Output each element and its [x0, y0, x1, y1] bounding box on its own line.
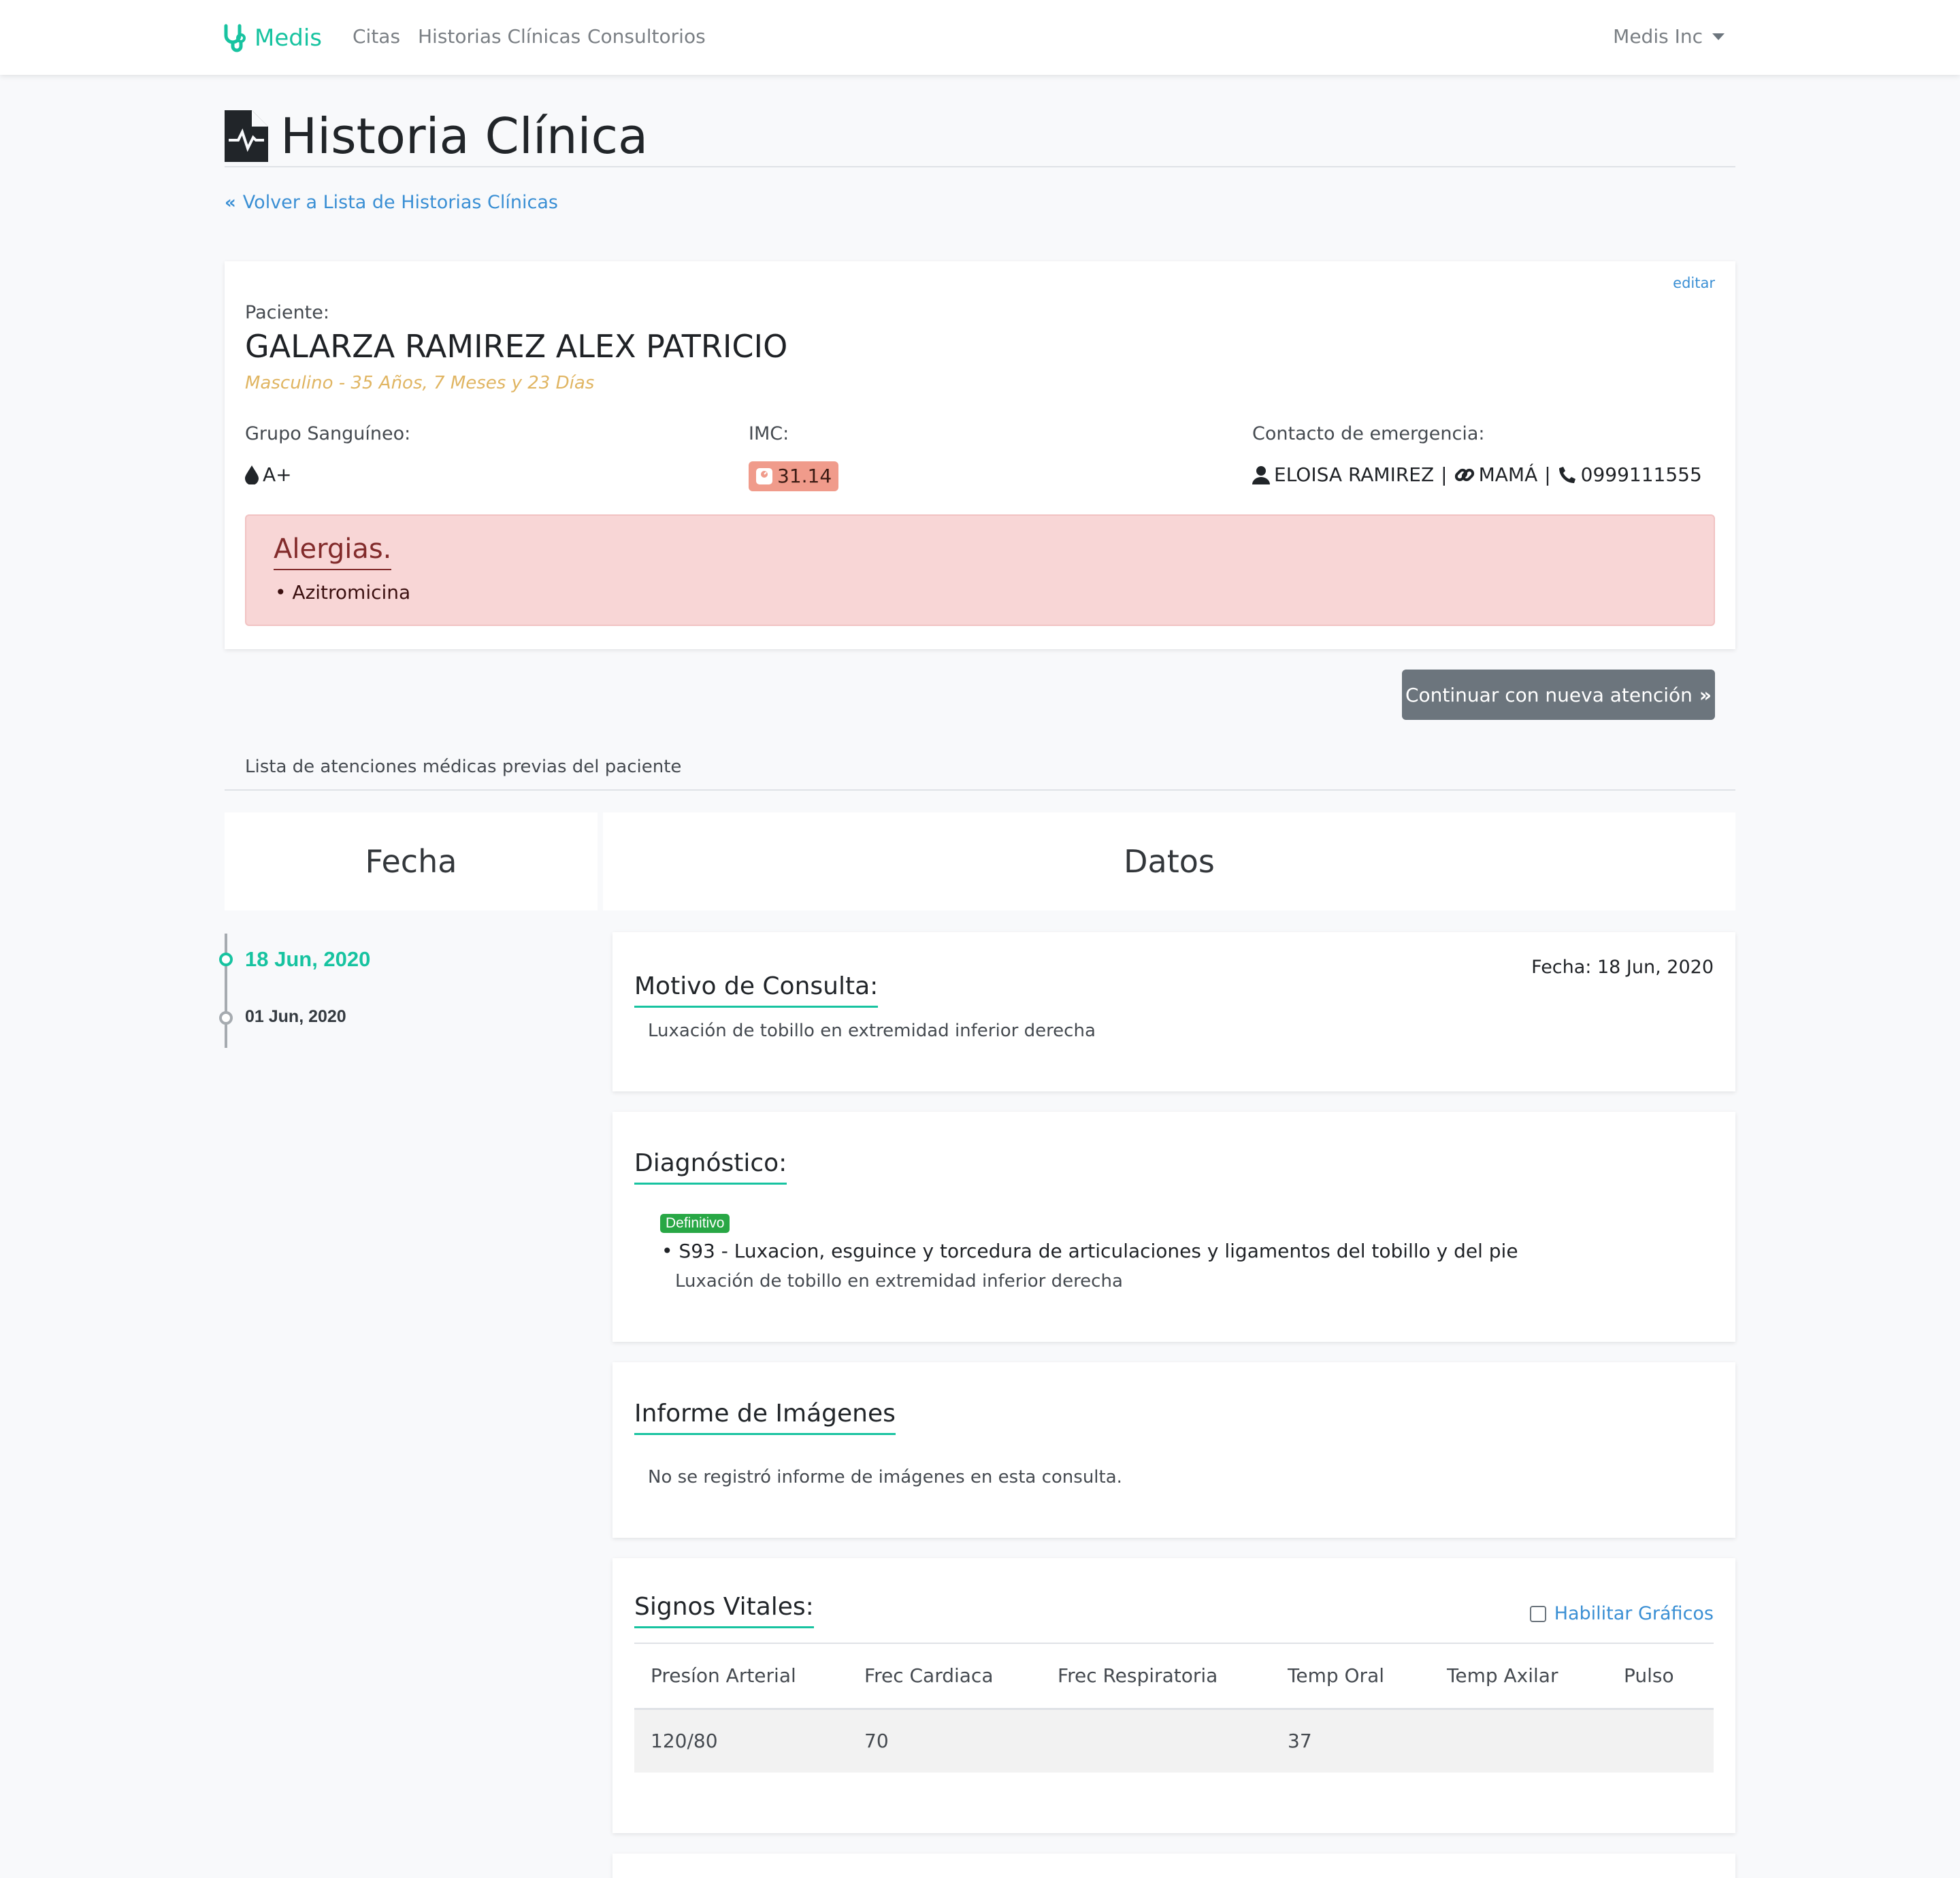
patient-label: Paciente: [245, 302, 329, 323]
table-header: Presíon Arterial [634, 1643, 848, 1710]
diagnosis-card: Diagnóstico: • S93 - Luxacion, esguince … [612, 1112, 1735, 1342]
emergency-label: Contacto de emergencia: [1252, 423, 1485, 444]
vitals-title: Signos Vitales: [634, 1592, 814, 1628]
table-header: Temp Axilar [1431, 1643, 1607, 1710]
consult-date: Fecha: 18 Jun, 2020 [1531, 957, 1714, 978]
imc-label: IMC: [749, 423, 789, 444]
timeline-dot [219, 1011, 233, 1025]
reason-title: Motivo de Consulta: [634, 972, 879, 1008]
reason-card: Fecha: 18 Jun, 2020 Motivo de Consulta: … [612, 932, 1735, 1091]
table-header-row: Presíon Arterial Frec Cardiaca Frec Resp… [634, 1643, 1714, 1710]
emergency-phone: 0999111555 [1580, 463, 1702, 486]
back-link[interactable]: « Volver a Lista de Historias Clínicas [225, 191, 558, 215]
page-heading: Historia Clínica [280, 108, 649, 165]
allergies-alert: Alergias. • Azitromicina [245, 514, 1715, 626]
timeline-date[interactable]: 01 Jun, 2020 [245, 1007, 346, 1027]
table-cell: 120/80 [634, 1709, 848, 1773]
user-menu[interactable]: Medis Inc [1613, 23, 1725, 50]
table-cell [1041, 1709, 1271, 1773]
edit-link[interactable]: editar [1673, 275, 1715, 291]
table-header: Pulso [1607, 1643, 1714, 1710]
divider [225, 166, 1735, 167]
double-chevron-left-icon: « [225, 193, 236, 213]
timeline-date-active[interactable]: 18 Jun, 2020 [245, 947, 370, 972]
caret-down-icon [1712, 33, 1725, 40]
blood-label: Grupo Sanguíneo: [245, 423, 411, 444]
table-header: Frec Cardiaca [848, 1643, 1041, 1710]
user-name: Medis Inc [1613, 25, 1703, 48]
allergy-item: • Azitromicina [275, 581, 411, 604]
diagnosis-note: Luxación de tobillo en extremidad inferi… [675, 1271, 1123, 1291]
patient-card: editar Paciente: GALARZA RAMIREZ ALEX PA… [225, 261, 1735, 649]
table-header: Frec Respiratoria [1041, 1643, 1271, 1710]
nav-link-citas[interactable]: Citas [353, 23, 400, 50]
imc-badge: 31.14 [749, 461, 839, 491]
enable-charts-label: Habilitar Gráficos [1554, 1603, 1714, 1624]
column-header-date-label: Fecha [365, 843, 457, 880]
patient-subtitle: Masculino - 35 Años, 7 Meses y 23 Días [245, 373, 595, 393]
history-caption: Lista de atenciones médicas previas del … [245, 757, 682, 777]
separator: | [1441, 463, 1448, 486]
imaging-card: Informe de Imágenes No se registró infor… [612, 1362, 1735, 1538]
table-cell [1607, 1709, 1714, 1773]
double-chevron-right-icon: » [1699, 683, 1712, 706]
emergency-contact: ELOISA RAMIREZ | MAMÁ | 0999111555 [1252, 461, 1702, 489]
nav-link-consultorios[interactable]: Consultorios [587, 23, 706, 50]
continue-button-label: Continuar con nueva atención [1405, 683, 1693, 706]
imaging-title: Informe de Imágenes [634, 1399, 896, 1435]
column-header-data-label: Datos [1124, 843, 1215, 880]
vitals-card: Signos Vitales: Habilitar Gráficos Presí… [612, 1558, 1735, 1833]
imc-value: 31.14 [749, 461, 839, 491]
brand-name: Medis [255, 24, 322, 52]
droplet-icon [245, 465, 259, 484]
imc-number: 31.14 [777, 465, 832, 487]
weight-scale-icon [756, 468, 772, 484]
nav-link-historias[interactable]: Historias Clínicas [418, 23, 581, 50]
table-cell: 70 [848, 1709, 1041, 1773]
enable-charts-toggle[interactable]: Habilitar Gráficos [1529, 1603, 1714, 1624]
blood-type: A+ [263, 463, 292, 486]
table-header: Temp Oral [1271, 1643, 1431, 1710]
divider [225, 789, 1735, 791]
emergency-name: ELOISA RAMIREZ [1274, 463, 1435, 486]
imaging-text: No se registró informe de imágenes en es… [648, 1467, 1122, 1487]
diagnosis-item: • S93 - Luxacion, esguince y torcedura d… [662, 1240, 1518, 1262]
column-header-date: Fecha [225, 812, 598, 910]
patient-name: GALARZA RAMIREZ ALEX PATRICIO [245, 328, 788, 365]
top-navbar: Medis Citas Historias Clínicas Consultor… [0, 0, 1960, 75]
definitive-badge: Definitivo [660, 1214, 730, 1233]
next-card [612, 1854, 1735, 1878]
table-row: 120/80 70 37 [634, 1709, 1714, 1773]
allergies-title: Alergias. [274, 532, 392, 570]
separator: | [1544, 463, 1551, 486]
table-cell [1431, 1709, 1607, 1773]
emergency-relation: MAMÁ [1478, 463, 1538, 486]
brand-logo[interactable]: Medis [222, 19, 322, 57]
timeline-dot-active [219, 953, 233, 966]
column-header-data: Datos [603, 812, 1735, 910]
medical-file-icon [225, 110, 268, 162]
user-icon [1252, 466, 1270, 484]
page-title: Historia Clínica [225, 106, 648, 166]
vitals-table: Presíon Arterial Frec Cardiaca Frec Resp… [634, 1643, 1714, 1773]
back-link-label: Volver a Lista de Historias Clínicas [242, 192, 558, 213]
diagnosis-title: Diagnóstico: [634, 1149, 787, 1185]
reason-text: Luxación de tobillo en extremidad inferi… [648, 1021, 1096, 1041]
table-cell: 37 [1271, 1709, 1431, 1773]
link-icon [1454, 468, 1474, 482]
blood-value: A+ [245, 461, 292, 489]
stethoscope-icon [224, 24, 246, 52]
timeline-line [225, 934, 227, 1048]
continue-new-attention-button[interactable]: Continuar con nueva atención » [1402, 670, 1715, 720]
enable-charts-checkbox[interactable] [1529, 1605, 1546, 1622]
phone-icon [1558, 467, 1575, 483]
